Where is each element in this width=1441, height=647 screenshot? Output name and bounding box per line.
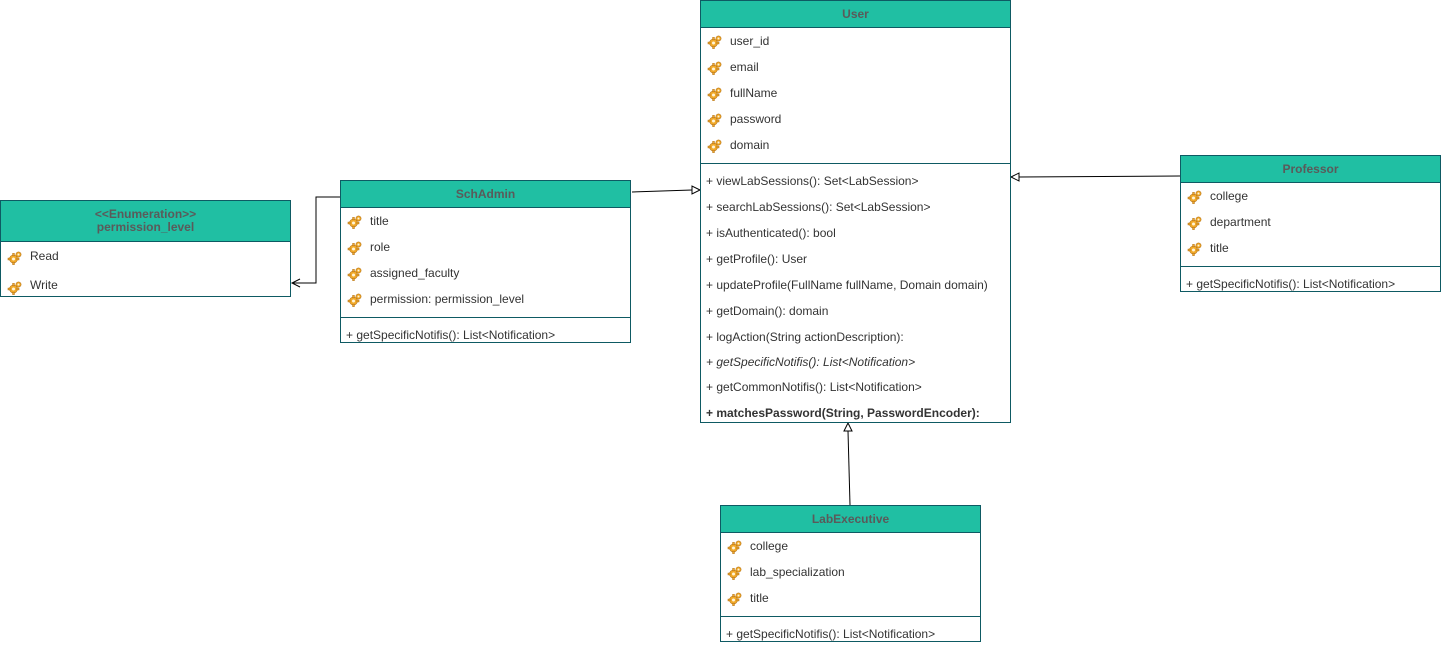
attribute-label: permission: permission_level [370, 292, 525, 306]
attribute-icon [707, 59, 723, 75]
enum-permission-level[interactable]: <<Enumeration>> permission_level Read Wr… [0, 200, 291, 297]
attribute-icon [1187, 188, 1203, 204]
attribute-icon [707, 111, 723, 127]
operation-row[interactable]: + matchesPassword(String, PasswordEncode… [701, 400, 1010, 426]
attribute-row[interactable]: assigned_faculty [341, 260, 630, 286]
operation-row[interactable]: + getProfile(): User [701, 246, 1010, 272]
attribute-row[interactable]: email [701, 54, 1010, 80]
attribute-label: role [370, 240, 391, 254]
class-header: User [701, 1, 1010, 28]
professor-generalization-line [1018, 175, 1181, 178]
operation-row[interactable]: + getSpecificNotifis(): List<Notificatio… [1181, 271, 1440, 297]
attribute-label: title [750, 591, 769, 605]
attribute-label: title [1210, 241, 1229, 255]
attribute-row[interactable]: title [1181, 235, 1440, 261]
operation-row[interactable]: + getSpecificNotifis(): List<Notificatio… [721, 621, 980, 647]
attribute-icon [707, 137, 723, 153]
schadmin-generalization-line [631, 189, 693, 193]
class-name: permission_level [96, 220, 195, 234]
operation-row[interactable]: + isAuthenticated(): bool [701, 220, 1010, 246]
attribute-icon [7, 248, 23, 265]
enum-literal-row[interactable]: Read [1, 242, 290, 270]
attribute-row[interactable]: domain [701, 132, 1010, 158]
enum-literal-row[interactable]: Write [1, 270, 290, 300]
attribute-row[interactable]: fullName [701, 80, 1010, 106]
attribute-icon [727, 564, 743, 580]
attribute-row[interactable]: college [721, 533, 980, 559]
attribute-icon [727, 590, 743, 606]
attribute-row[interactable]: college [1181, 183, 1440, 209]
enum-literal-label: Read [30, 249, 59, 263]
operation-row[interactable]: + logAction(String actionDescription): [701, 324, 1010, 350]
attribute-label: fullName [730, 86, 778, 100]
attribute-label: college [750, 539, 789, 553]
attribute-label: assigned_faculty [370, 266, 460, 280]
class-header: Professor [1181, 156, 1440, 183]
operation-row[interactable]: + updateProfile(FullName fullName, Domai… [701, 272, 1010, 298]
attribute-row[interactable]: user_id [701, 28, 1010, 54]
schadmin-generalization-arrowhead [691, 185, 702, 195]
attribute-label: title [370, 214, 389, 228]
class-labexecutive[interactable]: LabExecutive college lab_specialization … [720, 505, 981, 642]
attribute-icon [347, 291, 363, 307]
operation-row[interactable]: + searchLabSessions(): Set<LabSession> [701, 194, 1010, 220]
class-header: LabExecutive [721, 506, 980, 533]
attribute-row[interactable]: lab_specialization [721, 559, 980, 585]
class-name: Professor [1282, 161, 1339, 176]
attribute-label: email [730, 60, 759, 74]
class-professor[interactable]: Professor college department title + get… [1180, 155, 1441, 292]
attribute-row[interactable]: title [341, 208, 630, 234]
attribute-icon [707, 33, 723, 49]
class-user[interactable]: User user_id email fullName password dom… [700, 0, 1011, 423]
attribute-row[interactable]: department [1181, 209, 1440, 235]
attribute-icon [347, 265, 363, 281]
attribute-label: college [1210, 189, 1249, 203]
operation-row[interactable]: + getDomain(): domain [701, 298, 1010, 324]
operation-row[interactable]: + getSpecificNotifis(): List<Notificatio… [341, 322, 630, 348]
enum-literal-label: Write [30, 278, 58, 292]
attribute-row[interactable]: password [701, 106, 1010, 132]
professor-generalization-arrowhead [1009, 172, 1020, 182]
class-name: SchAdmin [455, 186, 516, 201]
attribute-icon [1187, 214, 1203, 230]
abstract-operation-row[interactable]: + getSpecificNotifis(): List<Notificatio… [701, 350, 1010, 374]
attribute-label: domain [730, 138, 770, 152]
class-name: LabExecutive [811, 511, 890, 526]
class-header: <<Enumeration>> permission_level [1, 201, 290, 242]
attribute-label: lab_specialization [750, 565, 845, 579]
attribute-row[interactable]: title [721, 585, 980, 611]
labexecutive-generalization-line [847, 430, 851, 506]
attribute-icon [727, 538, 743, 554]
attribute-row[interactable]: permission: permission_level [341, 286, 630, 312]
class-schadmin[interactable]: SchAdmin title role assigned_faculty per… [340, 180, 631, 343]
attribute-label: user_id [730, 34, 770, 48]
attribute-row[interactable]: role [341, 234, 630, 260]
attribute-icon [347, 213, 363, 229]
attribute-label: password [730, 112, 782, 126]
attribute-icon [1187, 240, 1203, 256]
permission-association-line [292, 196, 340, 284]
class-header: SchAdmin [341, 181, 630, 208]
operation-row[interactable]: + viewLabSessions(): Set<LabSession> [701, 168, 1010, 194]
class-name: User [842, 6, 869, 21]
attribute-icon [7, 277, 23, 295]
attribute-icon [707, 85, 723, 101]
operation-row[interactable]: + getCommonNotifis(): List<Notification> [701, 374, 1010, 400]
attribute-icon [347, 239, 363, 255]
attribute-label: department [1210, 215, 1271, 229]
